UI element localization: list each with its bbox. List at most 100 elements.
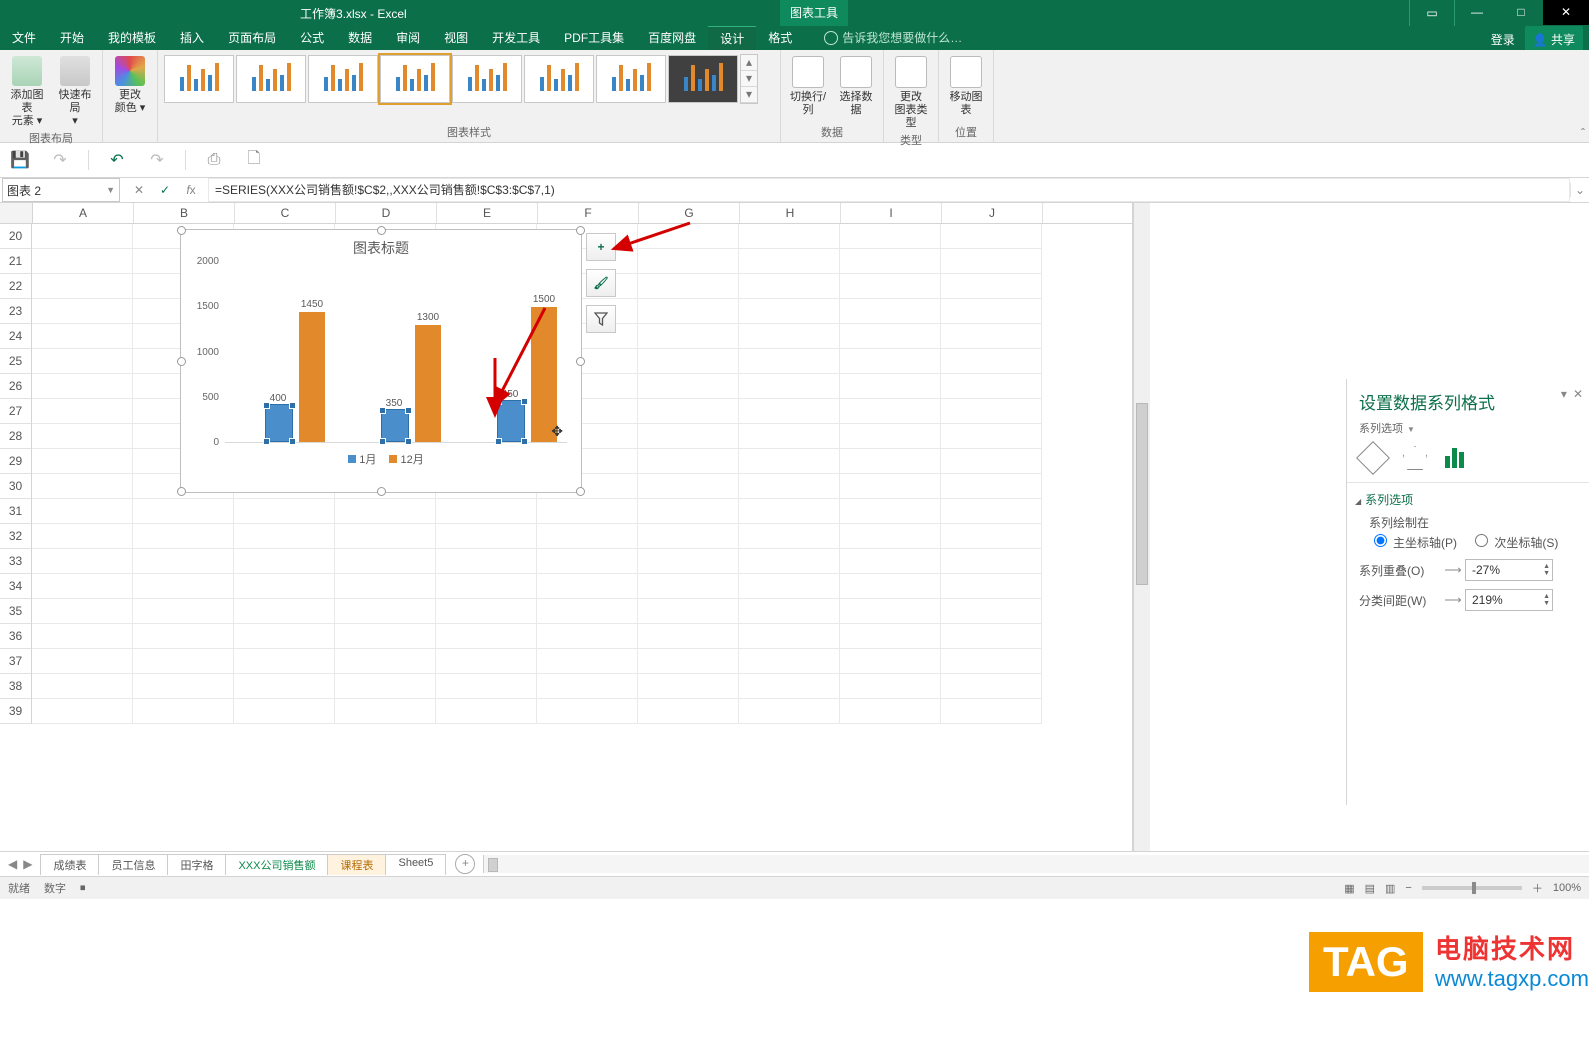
- change-chart-type-button[interactable]: 更改 图表类型: [890, 54, 932, 130]
- bar-series1[interactable]: [265, 404, 293, 442]
- tab-insert[interactable]: 插入: [168, 26, 216, 50]
- col-header[interactable]: C: [235, 203, 336, 223]
- redo-icon[interactable]: ↷: [48, 148, 72, 172]
- bar-series2[interactable]: [415, 325, 441, 442]
- switch-row-col-button[interactable]: 切换行/列: [787, 54, 829, 117]
- close-button[interactable]: ✕: [1543, 0, 1589, 25]
- tab-format[interactable]: 格式: [756, 26, 804, 50]
- pane-menu-icon[interactable]: ▾: [1561, 387, 1567, 401]
- enter-formula-icon[interactable]: ✓: [154, 183, 176, 197]
- col-header[interactable]: G: [639, 203, 740, 223]
- chart-style-3[interactable]: [308, 55, 378, 103]
- sheet-tab[interactable]: 课程表: [327, 854, 386, 875]
- maximize-button[interactable]: □: [1499, 0, 1543, 25]
- row-header[interactable]: 25: [0, 349, 32, 374]
- tab-developer[interactable]: 开发工具: [480, 26, 552, 50]
- tab-baidu[interactable]: 百度网盘: [636, 26, 708, 50]
- col-header[interactable]: H: [740, 203, 841, 223]
- row-header[interactable]: 37: [0, 649, 32, 674]
- plot-area[interactable]: 2000 1500 1000 500 0 4001450350130045015…: [225, 262, 567, 443]
- secondary-axis-radio[interactable]: 次坐标轴(S): [1470, 536, 1558, 550]
- sheet-tab[interactable]: 田字格: [167, 854, 226, 875]
- row-header[interactable]: 21: [0, 249, 32, 274]
- row-header[interactable]: 39: [0, 699, 32, 724]
- chart-handle[interactable]: [576, 357, 585, 366]
- row-header[interactable]: 28: [0, 424, 32, 449]
- name-box[interactable]: 图表 2 ▼: [2, 178, 120, 202]
- chart-handle[interactable]: [377, 226, 386, 235]
- overlap-input[interactable]: -27% ▲▼: [1465, 559, 1553, 581]
- view-normal-icon[interactable]: ▦: [1344, 882, 1354, 895]
- styles-scroll-up[interactable]: ▴: [741, 55, 757, 71]
- chart-handle[interactable]: [177, 487, 186, 496]
- section-series-options[interactable]: 系列选项: [1355, 491, 1579, 508]
- collapse-ribbon-icon[interactable]: ˆ: [1581, 126, 1585, 140]
- overlap-up[interactable]: ▲: [1543, 563, 1550, 570]
- chart-style-8[interactable]: [668, 55, 738, 103]
- tab-formulas[interactable]: 公式: [288, 26, 336, 50]
- tell-me-input[interactable]: 告诉我您想要做什么…: [824, 26, 962, 50]
- sheet-tab[interactable]: 员工信息: [98, 854, 168, 875]
- row-header[interactable]: 20: [0, 224, 32, 249]
- chart-plus-button[interactable]: +: [586, 233, 616, 261]
- chart-handle[interactable]: [576, 487, 585, 496]
- primary-axis-radio[interactable]: 主坐标轴(P): [1369, 536, 1457, 550]
- quick-layout-button[interactable]: 快速布局 ▾: [54, 54, 96, 128]
- view-pagebreak-icon[interactable]: ▥: [1385, 882, 1395, 895]
- zoom-out-icon[interactable]: −: [1405, 882, 1411, 894]
- select-all-corner[interactable]: [0, 203, 33, 223]
- row-header[interactable]: 23: [0, 299, 32, 324]
- series-options-icon[interactable]: [1445, 446, 1467, 468]
- col-header[interactable]: I: [841, 203, 942, 223]
- row-header[interactable]: 33: [0, 549, 32, 574]
- print-preview-icon[interactable]: 🗋: [242, 148, 266, 172]
- gap-down[interactable]: ▼: [1543, 600, 1550, 607]
- row-header[interactable]: 22: [0, 274, 32, 299]
- bar-series2[interactable]: [299, 312, 325, 443]
- row-header[interactable]: 35: [0, 599, 32, 624]
- row-header[interactable]: 29: [0, 449, 32, 474]
- touch-mode-icon[interactable]: ⎙: [202, 148, 226, 172]
- ribbon-display-options-icon[interactable]: ▭: [1409, 0, 1455, 27]
- overlap-slider-icon[interactable]: ⟶: [1441, 563, 1465, 577]
- row-header[interactable]: 30: [0, 474, 32, 499]
- row-header[interactable]: 24: [0, 324, 32, 349]
- chart-legend[interactable]: 1月 12月: [181, 451, 581, 467]
- zoom-slider[interactable]: [1422, 886, 1522, 890]
- fx-icon[interactable]: fx: [180, 183, 202, 197]
- zoom-in-icon[interactable]: ＋: [1532, 880, 1543, 896]
- col-header[interactable]: B: [134, 203, 235, 223]
- col-header[interactable]: A: [33, 203, 134, 223]
- row-header[interactable]: 38: [0, 674, 32, 699]
- sheet-tab[interactable]: Sheet5: [385, 854, 446, 875]
- view-pagelayout-icon[interactable]: ▤: [1365, 882, 1375, 895]
- tab-home[interactable]: 开始: [48, 26, 96, 50]
- login-link[interactable]: 登录: [1491, 28, 1515, 52]
- row-header[interactable]: 26: [0, 374, 32, 399]
- chart-brush-button[interactable]: 🖌: [586, 269, 616, 297]
- tab-pdf[interactable]: PDF工具集: [552, 26, 636, 50]
- save-icon[interactable]: 💾: [8, 148, 32, 172]
- select-data-button[interactable]: 选择数据: [835, 54, 877, 117]
- row-header[interactable]: 27: [0, 399, 32, 424]
- vscroll-thumb[interactable]: [1136, 403, 1148, 585]
- chart-style-7[interactable]: [596, 55, 666, 103]
- sheet-nav-next-icon[interactable]: ▶: [23, 857, 32, 871]
- pane-subtitle[interactable]: 系列选项▼: [1359, 420, 1579, 436]
- new-sheet-button[interactable]: +: [455, 854, 475, 874]
- row-header[interactable]: 31: [0, 499, 32, 524]
- chart-style-4[interactable]: [380, 55, 450, 103]
- hscroll-thumb[interactable]: [488, 858, 498, 872]
- gap-input[interactable]: 219% ▲▼: [1465, 589, 1553, 611]
- tab-pagelayout[interactable]: 页面布局: [216, 26, 288, 50]
- expand-formula-bar-icon[interactable]: ⌄: [1570, 183, 1589, 197]
- horizontal-scrollbar[interactable]: [483, 855, 1589, 873]
- chart-handle[interactable]: [377, 487, 386, 496]
- gap-slider-icon[interactable]: ⟶: [1441, 593, 1465, 607]
- tab-review[interactable]: 审阅: [384, 26, 432, 50]
- row-header[interactable]: 34: [0, 574, 32, 599]
- change-colors-button[interactable]: 更改 颜色 ▾: [109, 54, 151, 115]
- row-header[interactable]: 32: [0, 524, 32, 549]
- chart-style-5[interactable]: [452, 55, 522, 103]
- effects-icon[interactable]: [1403, 446, 1427, 470]
